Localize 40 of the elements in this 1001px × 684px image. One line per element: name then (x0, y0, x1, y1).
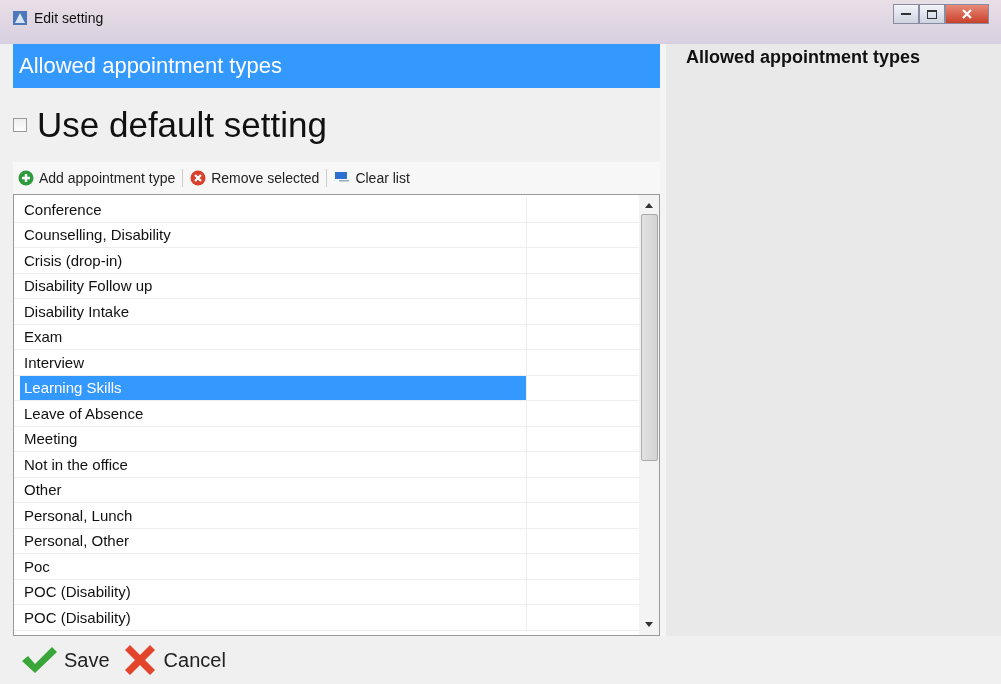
cancel-button[interactable]: Cancel (117, 642, 230, 678)
list-item[interactable]: Personal, Other (20, 528, 527, 553)
add-button[interactable]: Add appointment type (17, 168, 177, 188)
list-item[interactable]: Conference (20, 197, 527, 222)
minimize-icon (901, 12, 911, 16)
list-item[interactable]: Counselling, Disability (20, 222, 527, 247)
list-item[interactable]: Not in the office (20, 452, 527, 477)
checkmark-icon (20, 645, 58, 675)
list-item[interactable]: Meeting (20, 426, 527, 451)
window-title: Edit setting (34, 10, 104, 26)
list-item[interactable]: POC (Disability) (20, 579, 527, 604)
close-button[interactable] (945, 4, 989, 24)
list-item[interactable]: Disability Follow up (20, 273, 527, 298)
scrollbar[interactable] (639, 195, 659, 635)
list-item[interactable]: POC (Disability) (20, 605, 527, 630)
list-item[interactable]: Exam (20, 324, 527, 349)
list-item[interactable]: Other (20, 477, 527, 502)
remove-button[interactable]: Remove selected (189, 168, 321, 188)
checkbox[interactable] (13, 118, 27, 132)
minimize-button[interactable] (893, 4, 919, 24)
scroll-thumb[interactable] (640, 214, 658, 461)
list-item[interactable]: Poc (20, 554, 527, 579)
maximize-icon (927, 9, 937, 19)
clear-button[interactable]: Clear list (333, 168, 411, 188)
plus-icon (18, 170, 34, 186)
list-item[interactable]: Personal, Lunch (20, 503, 527, 528)
list-item[interactable]: Leave of Absence (20, 401, 527, 426)
section-header: Allowed appointment types (13, 44, 660, 88)
scroll-down-icon (645, 622, 653, 627)
app-icon (12, 10, 28, 26)
side-panel-title: Allowed appointment types (686, 47, 922, 68)
list-item[interactable]: Interview (20, 350, 527, 375)
maximize-button[interactable] (919, 4, 945, 24)
close-icon (962, 9, 972, 19)
checkbox-label: Use default setting (37, 105, 327, 145)
remove-icon (190, 170, 207, 186)
scroll-up-icon (645, 203, 653, 208)
list-item[interactable]: Disability Intake (20, 299, 527, 324)
list-item[interactable]: Crisis (drop-in) (20, 248, 527, 273)
save-button[interactable]: Save (16, 645, 114, 675)
